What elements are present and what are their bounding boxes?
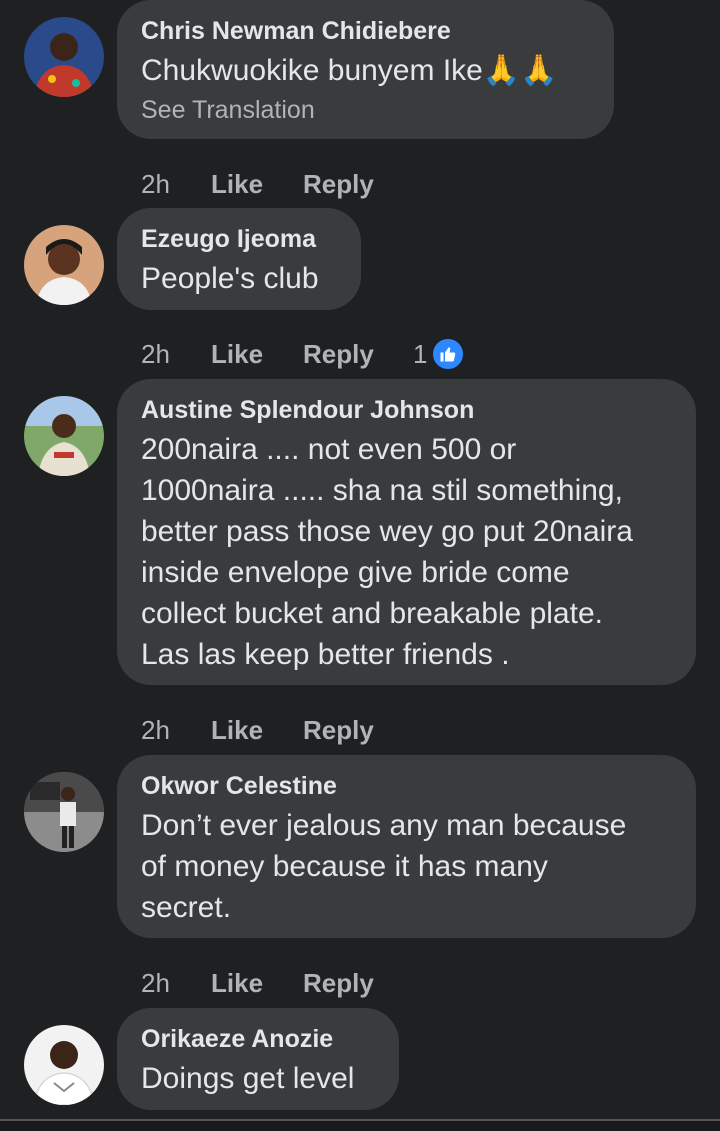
comment-actions: 2h Like Reply 1: [141, 337, 466, 371]
comment-text-line: 1000naira ..... sha na stil something,: [141, 474, 623, 507]
comment-thread: Chris Newman Chidiebere Chukwuokike buny…: [0, 0, 720, 1131]
comment-body: Don’t ever jealous any man because of mo…: [141, 805, 672, 928]
comment-actions: 2h Like Reply: [141, 713, 413, 747]
comment-text-line: 200naira .... not even 500 or: [141, 433, 517, 466]
see-translation-link[interactable]: See Translation: [141, 95, 590, 125]
comment-author[interactable]: Chris Newman Chidiebere: [141, 16, 590, 46]
avatar[interactable]: [24, 1025, 104, 1105]
comment-bubble: Austine Splendour Johnson 200naira .... …: [117, 379, 696, 685]
comment-body: People's club: [141, 262, 319, 295]
like-button[interactable]: Like: [211, 968, 303, 999]
avatar[interactable]: [24, 396, 104, 476]
comment-author[interactable]: Ezeugo Ijeoma: [141, 224, 337, 254]
comment-actions: 2h Like Reply: [141, 966, 413, 1000]
like-thumb-icon: [431, 337, 466, 371]
comment-author[interactable]: Austine Splendour Johnson: [141, 395, 672, 425]
comment-author[interactable]: Okwor Celestine: [141, 771, 672, 801]
comment-bubble: Ezeugo Ijeoma People's club: [117, 208, 361, 310]
comment-timestamp[interactable]: 2h: [141, 169, 211, 200]
comment-bubble: Okwor Celestine Don’t ever jealous any m…: [117, 755, 696, 938]
comment-text-line: inside envelope give bride come: [141, 556, 570, 589]
comment-text-line: Las las keep better friends .: [141, 638, 510, 671]
reply-button[interactable]: Reply: [303, 968, 413, 999]
comment-text-line: better pass those wey go put 20naira: [141, 515, 633, 548]
comment-text-line: secret.: [141, 891, 232, 924]
comment-author[interactable]: Orikaeze Anozie: [141, 1024, 375, 1054]
like-button[interactable]: Like: [211, 715, 303, 746]
comment-body: 200naira .... not even 500 or 1000naira …: [141, 429, 672, 675]
comment-bubble: Orikaeze Anozie Doings get level: [117, 1008, 399, 1110]
comment-timestamp[interactable]: 2h: [141, 339, 211, 370]
avatar[interactable]: [24, 225, 104, 305]
like-button[interactable]: Like: [211, 169, 303, 200]
reply-button[interactable]: Reply: [303, 339, 413, 370]
reaction-summary[interactable]: 1: [413, 337, 466, 371]
comment-bubble: Chris Newman Chidiebere Chukwuokike buny…: [117, 0, 614, 139]
reply-button[interactable]: Reply: [303, 715, 413, 746]
comment-timestamp[interactable]: 2h: [141, 715, 211, 746]
reply-button[interactable]: Reply: [303, 169, 413, 200]
comment-text-line: of money because it has many: [141, 850, 548, 883]
reaction-count: 1: [413, 338, 428, 369]
avatar[interactable]: [24, 772, 104, 852]
comment-actions: 2h Like Reply: [141, 167, 413, 201]
bottom-divider: [0, 1119, 720, 1131]
like-button[interactable]: Like: [211, 339, 303, 370]
comment-body: Chukwuokike bunyem Ike🙏🙏: [141, 50, 590, 91]
comment-body: Doings get level: [141, 1062, 355, 1095]
comment-timestamp[interactable]: 2h: [141, 968, 211, 999]
avatar[interactable]: [24, 17, 104, 97]
comment-text: Chukwuokike bunyem Ike🙏🙏: [141, 54, 558, 87]
comment-text-line: Don’t ever jealous any man because: [141, 809, 627, 842]
comment-text-line: collect bucket and breakable plate.: [141, 597, 603, 630]
